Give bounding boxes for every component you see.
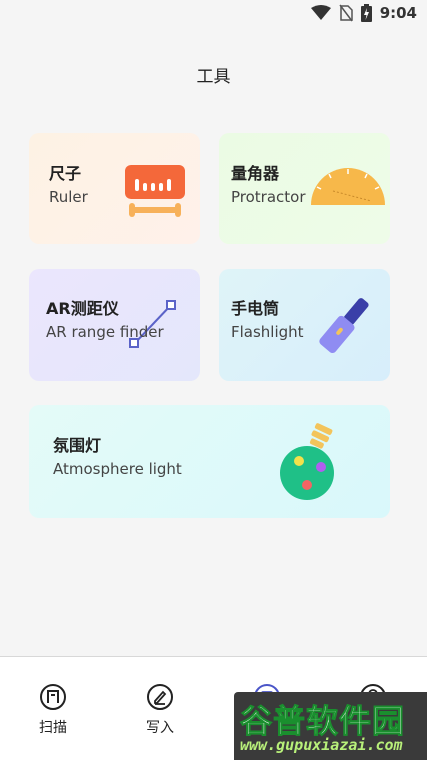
tool-name: 量角器: [231, 164, 280, 183]
tool-name: 尺子: [49, 164, 82, 183]
flashlight-icon: [319, 298, 369, 354]
scan-icon: [40, 684, 66, 710]
battery-charging-icon: [360, 4, 372, 22]
wifi-icon: [310, 5, 331, 20]
tool-subtitle: AR range finder: [46, 323, 164, 341]
nav-item-write[interactable]: 写入: [130, 683, 190, 737]
watermark: 谷普软件园 www.gupuxiazai.com: [234, 692, 427, 760]
nav-label: 写入: [146, 720, 174, 736]
page-title: 工具: [196, 67, 231, 87]
tool-subtitle: Protractor: [231, 188, 306, 206]
tool-name: 氛围灯: [53, 436, 102, 455]
tool-card-flashlight[interactable]: 手电筒 Flashlight: [219, 269, 390, 381]
nav-item-scan[interactable]: 扫描: [23, 683, 83, 737]
ruler-icon: [125, 165, 185, 217]
tool-card-ar-range-finder[interactable]: AR测距仪 AR range finder: [29, 269, 200, 381]
clock: 9:04: [379, 4, 417, 22]
tool-card-ruler[interactable]: 尺子 Ruler: [29, 133, 200, 244]
tool-card-protractor[interactable]: 量角器 Protractor: [219, 133, 390, 244]
protractor-icon: [311, 168, 385, 205]
status-bar: 9:04: [0, 0, 427, 30]
bulb-icon: [280, 423, 334, 500]
tool-subtitle: Ruler: [49, 188, 88, 206]
tool-name: AR测距仪: [46, 299, 119, 318]
nav-label: 扫描: [39, 720, 67, 736]
tool-card-atmosphere-light[interactable]: 氛围灯 Atmosphere light: [29, 405, 390, 518]
tool-name: 手电筒: [231, 299, 280, 318]
no-sim-icon: [339, 4, 353, 22]
watermark-url: www.gupuxiazai.com: [240, 736, 403, 754]
write-icon: [147, 684, 173, 710]
tool-subtitle: Atmosphere light: [53, 460, 182, 478]
tool-subtitle: Flashlight: [231, 323, 304, 341]
